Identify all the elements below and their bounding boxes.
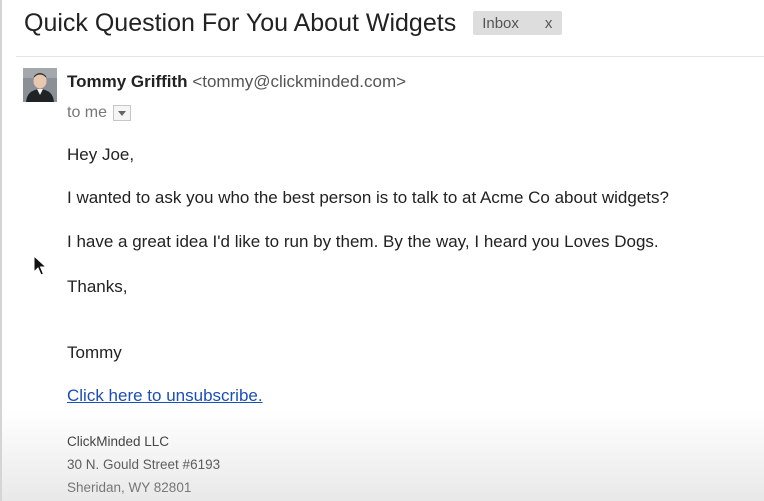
sender-line: Tommy Griffith <tommy@clickminded.com> <box>67 72 406 92</box>
header-divider <box>16 56 764 57</box>
mouse-pointer-icon <box>33 254 48 277</box>
footer-street: 30 N. Gould Street #6193 <box>67 457 221 472</box>
sender-email: <tommy@clickminded.com> <box>192 72 407 91</box>
greeting: Hey Joe, <box>67 145 135 164</box>
footer-city: Sheridan, WY 82801 <box>67 480 192 495</box>
subject-header: Quick Question For You About Widgets Inb… <box>24 4 563 42</box>
pane-left-border <box>0 0 2 501</box>
body-paragraph-2: I have a great idea I'd like to run by t… <box>67 232 659 251</box>
signature: Tommy <box>67 343 122 362</box>
label-text: Inbox <box>482 14 519 32</box>
footer-company: ClickMinded LLC <box>67 434 170 449</box>
remove-label-button[interactable]: x <box>545 15 553 32</box>
closing: Thanks, <box>67 277 128 296</box>
show-details-button[interactable] <box>113 105 132 121</box>
recipient-text: to me <box>67 104 108 121</box>
email-subject: Quick Question For You About Widgets <box>24 8 457 37</box>
body-paragraph-1: I wanted to ask you who the best person … <box>67 188 669 207</box>
sender-name[interactable]: Tommy Griffith <box>67 72 188 91</box>
avatar[interactable] <box>23 68 57 102</box>
unsubscribe-link[interactable]: Click here to unsubscribe. <box>67 386 263 406</box>
chevron-down-icon <box>118 110 127 116</box>
inbox-label-chip[interactable]: Inbox x <box>473 11 563 35</box>
sender-photo-icon <box>23 68 57 102</box>
recipient-line: to me <box>67 104 132 122</box>
